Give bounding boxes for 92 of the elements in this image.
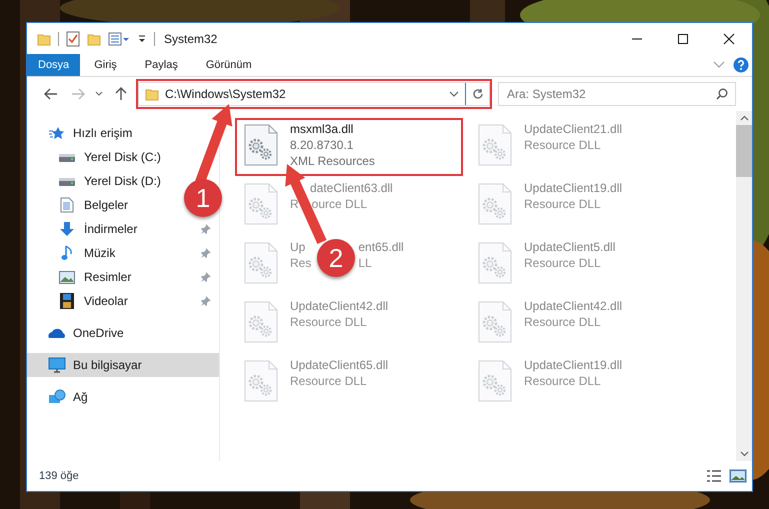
sidebar-item[interactable]: Resimler [27, 265, 219, 289]
sidebar-label: Müzik [84, 246, 116, 260]
gear-file-icon [243, 241, 279, 285]
search-icon[interactable] [716, 88, 728, 100]
file-name: UpdateClient19.dll [524, 358, 622, 373]
file-detail: Resource DLL [290, 314, 367, 330]
address-bar[interactable]: C:\Windows\System32 [138, 82, 490, 106]
file-detail: ource DLL [312, 196, 368, 212]
checklist-icon[interactable] [66, 30, 80, 46]
ribbon-tab[interactable]: Paylaş [130, 54, 192, 76]
file-tab[interactable]: Dosya [27, 54, 80, 76]
film-icon [57, 293, 77, 309]
file-name: UpdateClient5.dll [524, 240, 616, 255]
chevron-icon[interactable] [713, 61, 725, 69]
sidebar-label: Ağ [73, 390, 88, 404]
window-title: System32 [164, 32, 218, 46]
sidebar-label: İndirmeler [84, 222, 138, 236]
dropdown-icon[interactable] [137, 34, 147, 44]
file-detail: XML Resources [290, 153, 375, 169]
search-field[interactable]: Ara: System32 [498, 82, 736, 106]
sidebar-item[interactable]: Ağ [27, 385, 88, 409]
gear-file-icon [243, 123, 279, 167]
gear-file-icon [477, 300, 513, 344]
sidebar-label: Yerel Disk (D:) [84, 174, 161, 188]
maximize-icon [677, 32, 689, 44]
file-name: Up [290, 240, 306, 255]
sidebar-label: Bu bilgisayar [73, 358, 143, 372]
sidebar-item[interactable]: Yerel Disk (C:) [27, 145, 161, 169]
file-detail: Resource DLL [524, 137, 601, 153]
pin-icon[interactable] [201, 272, 211, 282]
file-name: dateClient63.dll [310, 181, 393, 196]
file-detail: Resource DLL [290, 373, 367, 389]
properties-icon[interactable] [108, 32, 130, 46]
sidebar-label: Videolar [84, 294, 129, 308]
folder-icon [145, 87, 159, 101]
file-detail: Res [290, 255, 312, 271]
file-detail: 8.20.8730.1 [290, 137, 354, 153]
file-detail: R [290, 196, 299, 212]
sidebar-label: Belgeler [84, 198, 128, 212]
sidebar-item[interactable]: Videolar [27, 289, 219, 313]
gear-file-icon [477, 359, 513, 403]
file-name: UpdateClient42.dll [290, 299, 388, 314]
help-icon[interactable] [733, 57, 749, 73]
sidebar-item[interactable]: İndirmeler [27, 217, 219, 241]
item-count: 139 öğe [39, 470, 79, 482]
sidebar-item[interactable]: Belgeler [27, 193, 128, 217]
file-name: UpdateClient19.dll [524, 181, 622, 196]
drive-icon [57, 151, 77, 163]
sidebar-item[interactable]: Müzik [27, 241, 219, 265]
sidebar-label: OneDrive [73, 326, 124, 340]
drive-icon [57, 175, 77, 187]
gear-file-icon [477, 123, 513, 167]
sidebar-item[interactable]: Yerel Disk (D:) [27, 169, 161, 193]
picture-icon [57, 270, 77, 284]
refresh-icon [472, 88, 484, 100]
network-icon [47, 389, 67, 405]
file-detail: Resource DLL [524, 314, 601, 330]
gear-file-icon [243, 182, 279, 226]
file-detail: LL [358, 255, 372, 271]
ribbon-tab[interactable]: Giriş [80, 54, 131, 76]
file-detail: Resource DLL [524, 196, 601, 212]
file-tile[interactable]: msxml3a.dll 8.20.8730.1 XML Resources [236, 119, 462, 175]
file-detail: Resource DLL [524, 373, 601, 389]
gear-file-icon [243, 300, 279, 344]
star-icon [47, 126, 67, 140]
file-name: UpdateClient42.dll [524, 299, 622, 314]
file-name: UpdateClient65.dll [290, 358, 388, 373]
scroll-thumb[interactable] [736, 125, 752, 177]
file-detail: Resource DLL [524, 255, 601, 271]
cloud-icon [47, 327, 67, 339]
sidebar-label: Yerel Disk (C:) [84, 150, 161, 164]
gear-file-icon [477, 182, 513, 226]
sidebar-item[interactable]: Hızlı erişim [27, 121, 132, 145]
file-name: ent65.dll [358, 240, 404, 255]
pin-icon[interactable] [201, 248, 211, 258]
sidebar-label: Hızlı erişim [73, 126, 132, 140]
close-icon [723, 32, 735, 44]
gear-file-icon [243, 359, 279, 403]
ribbon-tab[interactable]: Görünüm [192, 54, 266, 76]
file-name: msxml3a.dll [290, 122, 354, 137]
sidebar-label: Resimler [84, 270, 132, 284]
sidebar-item[interactable]: Bu bilgisayar [27, 353, 219, 377]
pin-icon[interactable] [201, 296, 211, 306]
monitor-icon [47, 357, 67, 373]
large-icons-view-icon[interactable] [730, 470, 746, 482]
gear-file-icon [477, 241, 513, 285]
pin-icon[interactable] [201, 224, 211, 234]
details-view-icon[interactable] [706, 469, 722, 483]
dropdown-chevron-icon[interactable] [449, 91, 459, 97]
scrollbar[interactable] [736, 111, 752, 461]
sidebar-item[interactable]: OneDrive [27, 321, 124, 345]
file-name: UpdateClient21.dll [524, 122, 622, 137]
